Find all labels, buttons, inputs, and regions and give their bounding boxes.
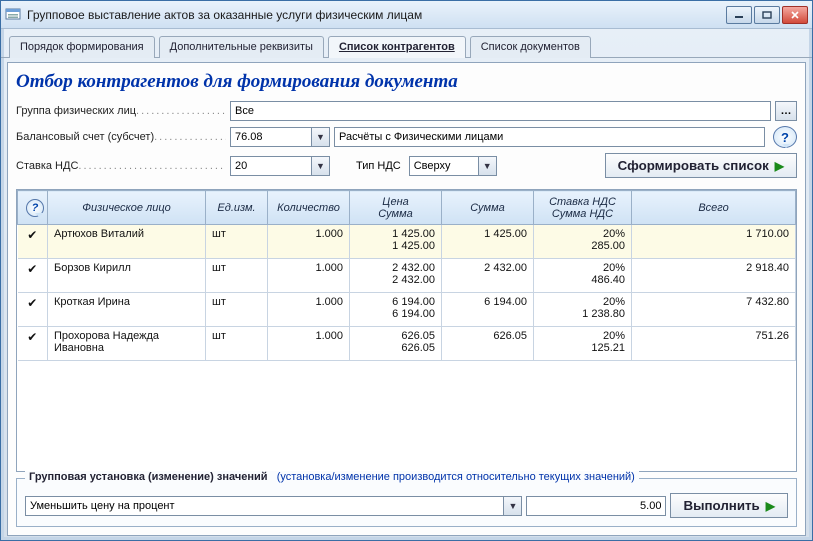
account-code-input[interactable]: [230, 127, 312, 147]
group-edit-panel: Групповая установка (изменение) значений…: [16, 478, 797, 527]
row-check-icon[interactable]: ✔: [18, 293, 48, 327]
group-lookup-button[interactable]: …: [775, 101, 797, 121]
group-mode-dropdown[interactable]: ▼: [504, 496, 522, 516]
play-icon: ▶: [766, 499, 775, 513]
cell-vat: 20%125.21: [534, 327, 632, 361]
contragent-grid[interactable]: ? Физическое лицо Ед.изм. Количество Цен…: [16, 189, 797, 472]
cell-qty: 1.000: [268, 259, 350, 293]
tab-order[interactable]: Порядок формирования: [9, 36, 155, 58]
label-vat-type: Тип НДС: [356, 160, 401, 172]
col-qty[interactable]: Количество: [268, 191, 350, 225]
label-account: Балансовый счет (субсчет): [16, 131, 226, 143]
app-icon: [5, 7, 21, 23]
cell-price: 6 194.006 194.00: [350, 293, 442, 327]
tab-documents[interactable]: Список документов: [470, 36, 591, 58]
cell-total: 7 432.80: [632, 293, 796, 327]
vat-type-input[interactable]: [409, 156, 479, 176]
col-total[interactable]: Всего: [632, 191, 796, 225]
tab-bar: Порядок формирования Дополнительные рекв…: [1, 29, 812, 58]
row-check-icon[interactable]: ✔: [18, 225, 48, 259]
cell-sum: 6 194.00: [442, 293, 534, 327]
tab-extra[interactable]: Дополнительные реквизиты: [159, 36, 324, 58]
cell-price: 2 432.002 432.00: [350, 259, 442, 293]
cell-total: 1 710.00: [632, 225, 796, 259]
cell-vat: 20%486.40: [534, 259, 632, 293]
cell-qty: 1.000: [268, 225, 350, 259]
label-group: Группа физических лиц: [16, 105, 226, 117]
col-person[interactable]: Физическое лицо: [48, 191, 206, 225]
vat-rate-dropdown[interactable]: ▼: [312, 156, 330, 176]
window-title: Групповое выставление актов за оказанные…: [27, 8, 726, 22]
cell-unit: шт: [206, 259, 268, 293]
group-edit-hint: (установка/изменение производится относи…: [277, 471, 635, 483]
cell-total: 751.26: [632, 327, 796, 361]
row-check-icon[interactable]: ✔: [18, 327, 48, 361]
account-code-dropdown[interactable]: ▼: [312, 127, 330, 147]
cell-unit: шт: [206, 327, 268, 361]
group-input[interactable]: [230, 101, 771, 121]
table-row[interactable]: ✔Артюхов Виталийшт1.0001 425.001 425.001…: [18, 225, 796, 259]
cell-unit: шт: [206, 225, 268, 259]
cell-vat: 20%1 238.80: [534, 293, 632, 327]
titlebar: Групповое выставление актов за оказанные…: [1, 1, 812, 29]
section-title: Отбор контрагентов для формирования доку…: [16, 71, 797, 93]
play-icon: ▶: [775, 159, 784, 173]
form-list-button[interactable]: Сформировать список▶: [605, 153, 797, 178]
maximize-button[interactable]: [754, 6, 780, 24]
table-row[interactable]: ✔Борзов Кириллшт1.0002 432.002 432.002 4…: [18, 259, 796, 293]
vat-type-dropdown[interactable]: ▼: [479, 156, 497, 176]
cell-person: Кроткая Ирина: [48, 293, 206, 327]
group-mode-input[interactable]: [25, 496, 504, 516]
cell-price: 1 425.001 425.00: [350, 225, 442, 259]
table-row[interactable]: ✔Прохорова Надежда Ивановнашт1.000626.05…: [18, 327, 796, 361]
close-button[interactable]: [782, 6, 808, 24]
cell-sum: 2 432.00: [442, 259, 534, 293]
execute-button[interactable]: Выполнить▶: [670, 493, 788, 518]
table-row[interactable]: ✔Кроткая Иринашт1.0006 194.006 194.006 1…: [18, 293, 796, 327]
cell-unit: шт: [206, 293, 268, 327]
minimize-button[interactable]: [726, 6, 752, 24]
tab-contragents[interactable]: Список контрагентов: [328, 36, 466, 58]
cell-person: Артюхов Виталий: [48, 225, 206, 259]
cell-sum: 626.05: [442, 327, 534, 361]
cell-qty: 1.000: [268, 293, 350, 327]
grid-header-row: ? Физическое лицо Ед.изм. Количество Цен…: [18, 191, 796, 225]
cell-price: 626.05626.05: [350, 327, 442, 361]
cell-person: Прохорова Надежда Ивановна: [48, 327, 206, 361]
grid-help-icon[interactable]: ?: [26, 199, 44, 217]
col-unit[interactable]: Ед.изм.: [206, 191, 268, 225]
cell-qty: 1.000: [268, 327, 350, 361]
label-vat-rate: Ставка НДС: [16, 160, 226, 172]
col-price[interactable]: Цена Сумма: [350, 191, 442, 225]
col-check[interactable]: ?: [18, 191, 48, 225]
cell-sum: 1 425.00: [442, 225, 534, 259]
content-area: Отбор контрагентов для формирования доку…: [7, 62, 806, 536]
help-icon[interactable]: ?: [773, 126, 797, 148]
app-window: Групповое выставление актов за оказанные…: [0, 0, 813, 541]
account-desc-input[interactable]: [334, 127, 765, 147]
col-vat[interactable]: Ставка НДС Сумма НДС: [534, 191, 632, 225]
cell-total: 2 918.40: [632, 259, 796, 293]
group-value-input[interactable]: [526, 496, 666, 516]
group-edit-legend: Групповая установка (изменение) значений…: [25, 471, 639, 483]
cell-person: Борзов Кирилл: [48, 259, 206, 293]
vat-rate-input[interactable]: [230, 156, 312, 176]
col-sum[interactable]: Сумма: [442, 191, 534, 225]
cell-vat: 20%285.00: [534, 225, 632, 259]
row-check-icon[interactable]: ✔: [18, 259, 48, 293]
